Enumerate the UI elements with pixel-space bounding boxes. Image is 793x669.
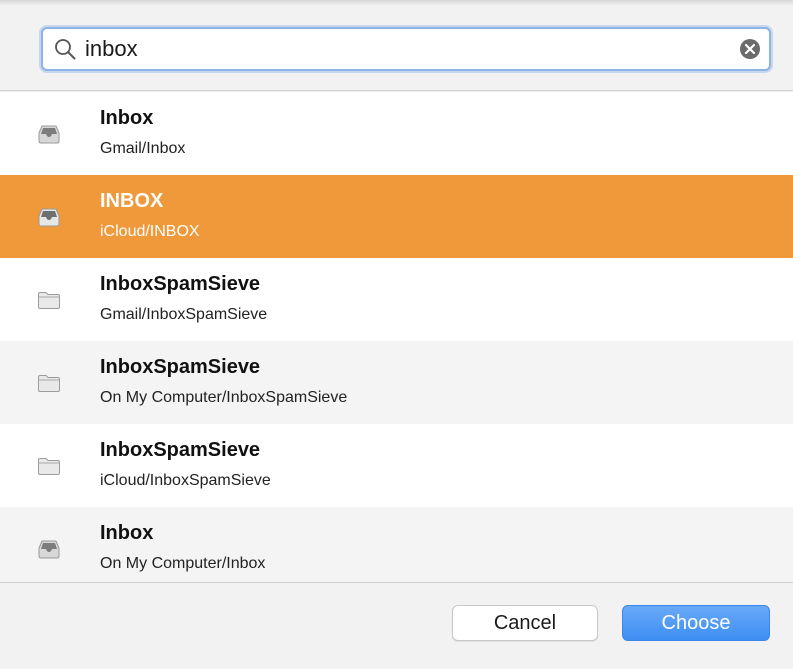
mailbox-name: InboxSpamSieve (100, 356, 261, 378)
search-icon (55, 39, 76, 60)
search-field[interactable] (41, 27, 771, 71)
mailbox-path: iCloud/INBOX (100, 223, 200, 240)
mailbox-row[interactable]: Inbox Gmail/Inbox (0, 92, 793, 175)
mailbox-name: Inbox (100, 107, 154, 129)
mailbox-name: InboxSpamSieve (100, 273, 261, 295)
mailbox-path: Gmail/InboxSpamSieve (100, 306, 268, 323)
folder-icon (38, 458, 60, 475)
top-shadow (0, 0, 793, 6)
mailbox-path: On My Computer/Inbox (100, 555, 266, 572)
mailbox-list: Inbox Gmail/Inbox INBOX iCloud/INBOX Inb… (0, 92, 793, 582)
inbox-tray-icon (38, 125, 60, 144)
clear-search-icon[interactable] (739, 38, 761, 60)
mailbox-name: Inbox (100, 522, 154, 544)
mailbox-path: Gmail/Inbox (100, 140, 186, 157)
search-area (0, 0, 793, 91)
dialog-footer: Cancel Choose (0, 582, 793, 669)
inbox-tray-icon (38, 208, 60, 227)
mailbox-path: iCloud/InboxSpamSieve (100, 472, 271, 489)
search-input[interactable] (85, 33, 725, 65)
folder-icon (38, 292, 60, 309)
choose-button[interactable]: Choose (622, 605, 770, 641)
inbox-tray-icon (38, 540, 60, 559)
mailbox-row[interactable]: InboxSpamSieve iCloud/InboxSpamSieve (0, 424, 793, 507)
folder-icon (38, 375, 60, 392)
mailbox-name: INBOX (100, 190, 164, 212)
mailbox-row[interactable]: InboxSpamSieve Gmail/InboxSpamSieve (0, 258, 793, 341)
mailbox-name: InboxSpamSieve (100, 439, 261, 461)
mailbox-row[interactable]: Inbox On My Computer/Inbox (0, 507, 793, 582)
mailbox-row-selected[interactable]: INBOX iCloud/INBOX (0, 175, 793, 258)
mailbox-row[interactable]: InboxSpamSieve On My Computer/InboxSpamS… (0, 341, 793, 424)
cancel-button[interactable]: Cancel (452, 605, 598, 641)
mailbox-path: On My Computer/InboxSpamSieve (100, 389, 348, 406)
